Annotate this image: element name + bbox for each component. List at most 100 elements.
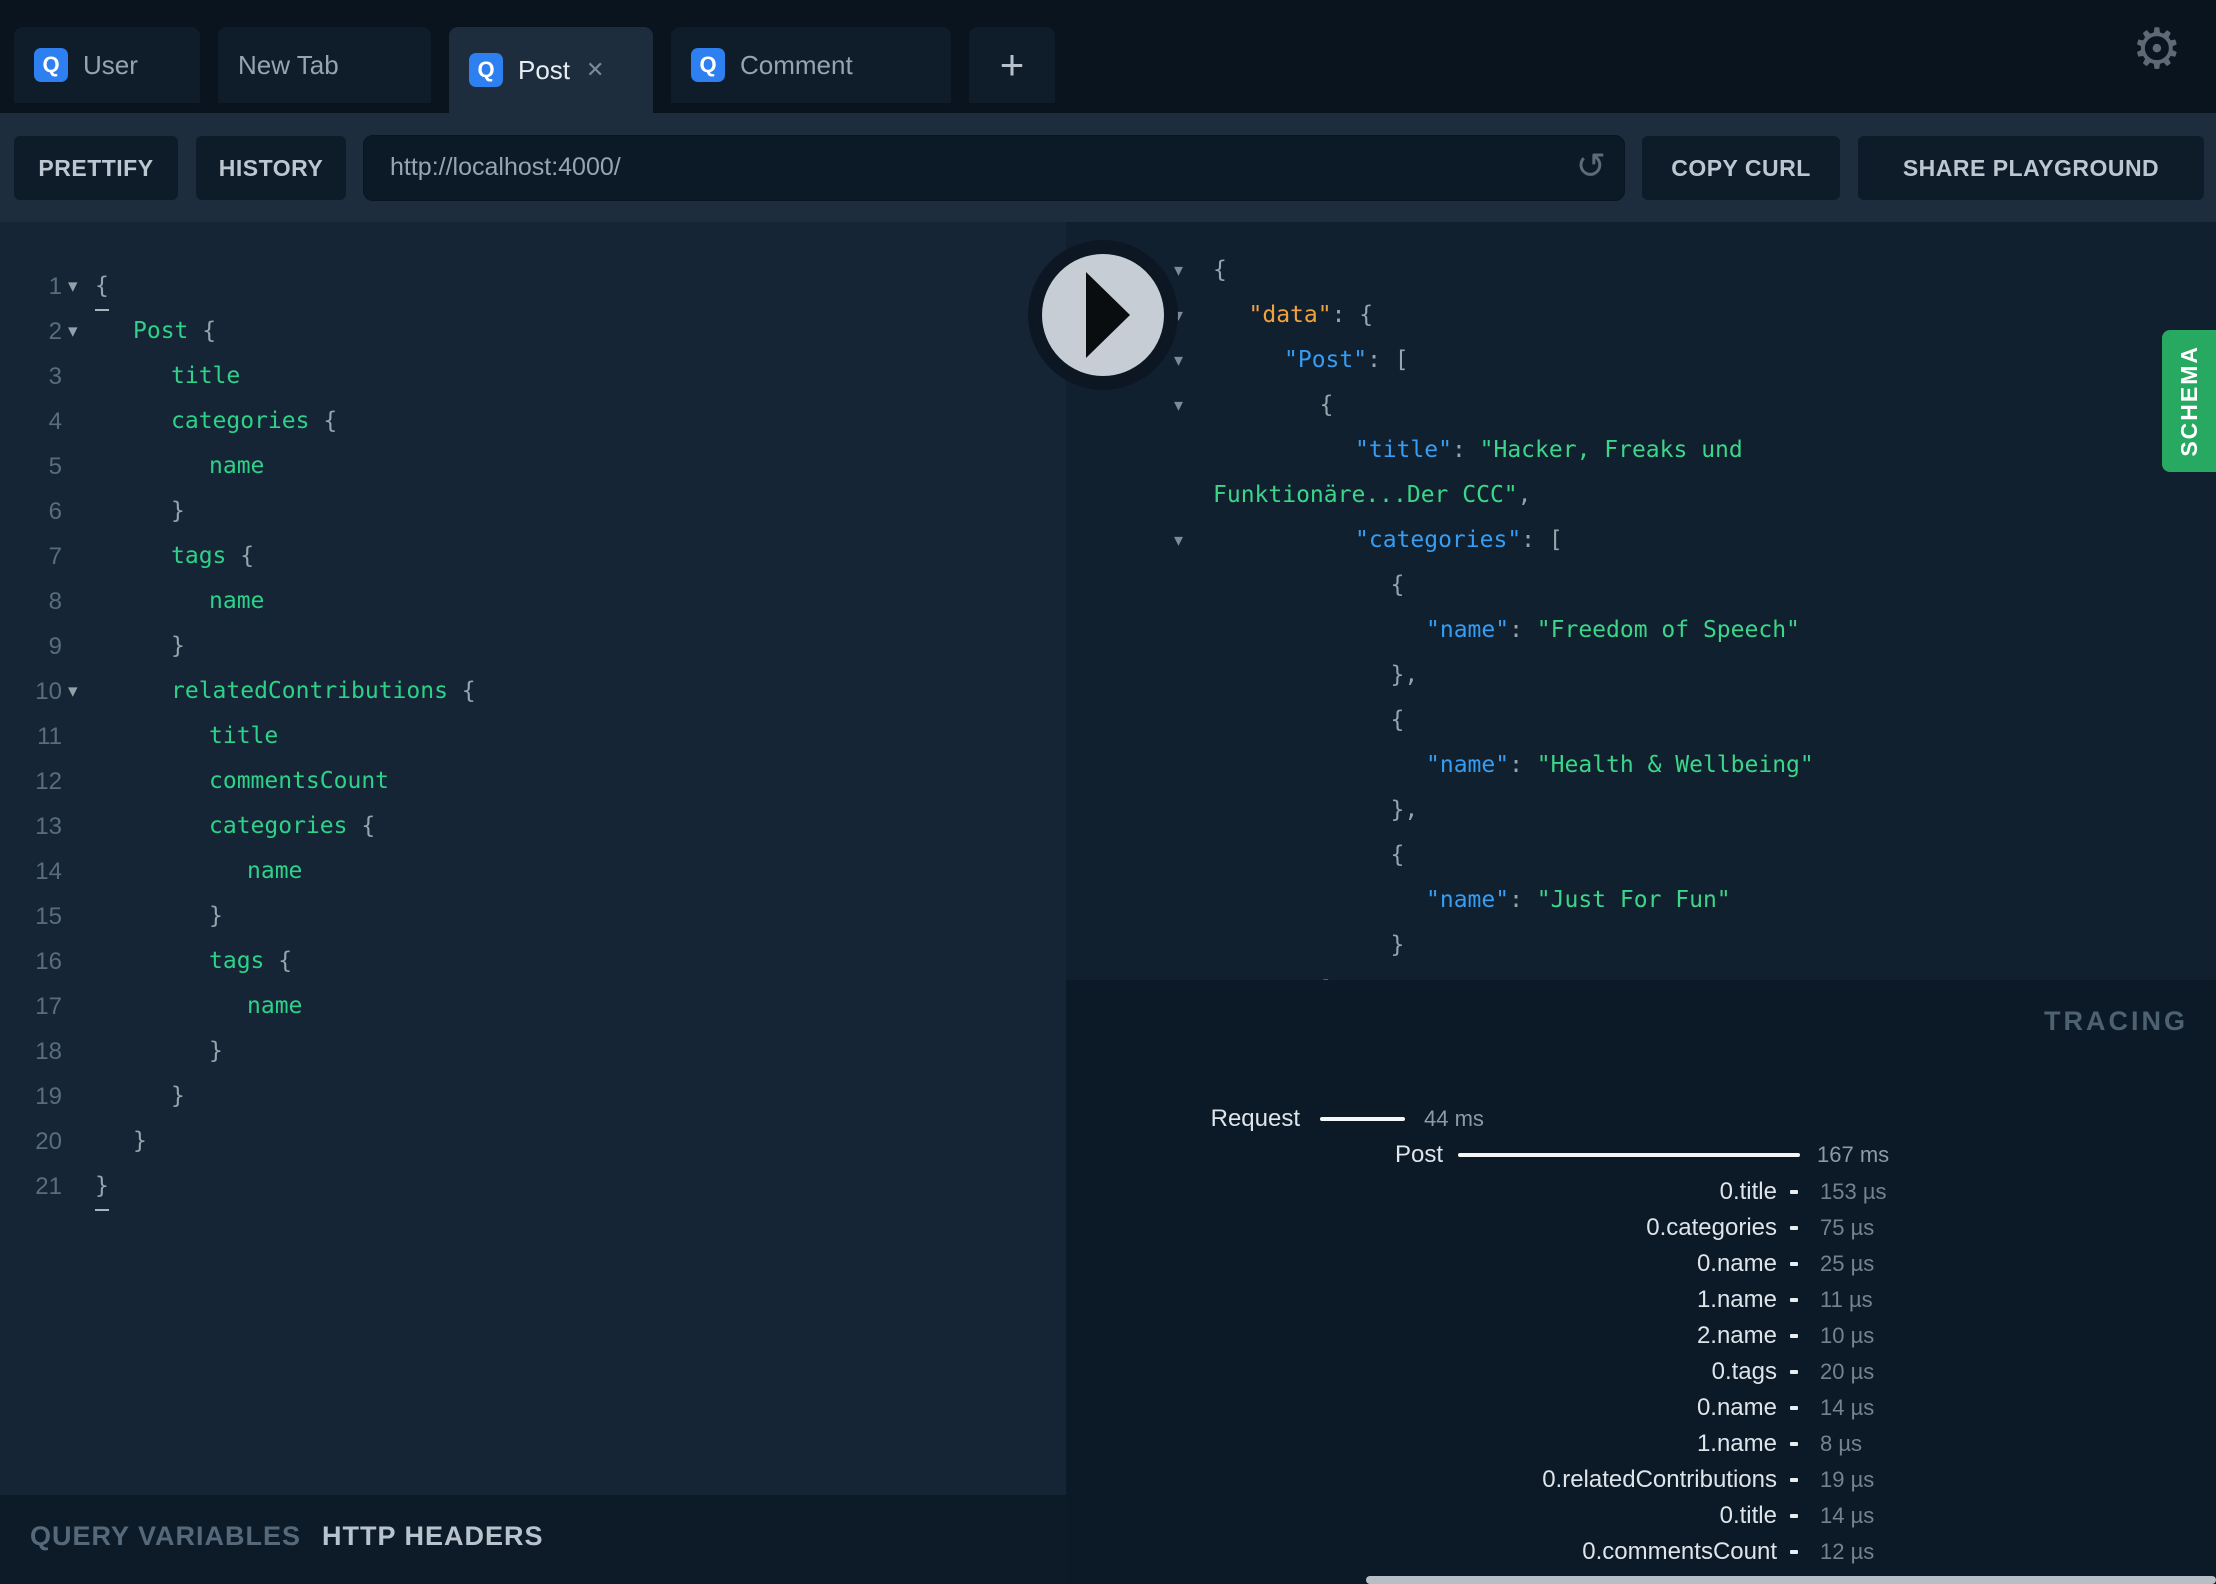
editor-line: 12 commentsCount <box>0 759 1066 804</box>
tab-user[interactable]: Q User <box>14 27 200 103</box>
url-input[interactable]: http://localhost:4000/ ↺ <box>363 135 1625 201</box>
editor-line: 19} <box>0 1074 1066 1119</box>
tracing-resolver-row: 0.title 14 µs <box>1066 1498 2216 1534</box>
toolbar: PRETTIFY HISTORY http://localhost:4000/ … <box>0 113 2216 222</box>
tracing-tick-bar <box>1790 1478 1798 1482</box>
close-icon[interactable]: ✕ <box>586 59 604 81</box>
code-text: name <box>209 579 264 624</box>
tracing-resolver-time: 25 µs <box>1820 1251 1875 1276</box>
share-playground-button[interactable]: SHARE PLAYGROUND <box>1858 136 2204 200</box>
editor-line: 5 name <box>0 444 1066 489</box>
json-text: } <box>1391 923 1405 968</box>
tracing-resolver-path: 1.name <box>1696 1430 1777 1457</box>
execute-play-button[interactable] <box>1028 240 1178 390</box>
json-token: "Freedom of Speech" <box>1536 617 1800 643</box>
new-tab-button[interactable]: + <box>969 27 1055 103</box>
history-button[interactable]: HISTORY <box>196 136 346 200</box>
response-line: { <box>1066 698 2216 743</box>
code-token: { <box>95 273 109 299</box>
json-token: "data" <box>1248 302 1332 328</box>
response-line: "title": "Hacker, Freaks und <box>1066 428 2216 473</box>
editor-line: 8 name <box>0 579 1066 624</box>
tracing-resolver-path: 0.title <box>1719 1178 1777 1205</box>
code-token: categories <box>209 813 348 839</box>
editor-line: 7 tags { <box>0 534 1066 579</box>
collapse-arrow-icon[interactable]: ▾ <box>1174 248 1183 293</box>
code-text: } <box>171 1074 185 1119</box>
editor-line: 10 ▾ relatedContributions { <box>0 669 1066 714</box>
collapse-arrow-icon[interactable]: ▾ <box>1174 383 1183 428</box>
tracing-resolver-path: 0.title <box>1719 1502 1777 1529</box>
refresh-icon[interactable]: ↺ <box>1576 146 1606 187</box>
code-text: name <box>247 984 302 1029</box>
line-number: 15 <box>35 903 62 930</box>
tracing-tick-bar <box>1790 1226 1798 1230</box>
http-headers-tab[interactable]: HTTP HEADERS <box>322 1521 544 1552</box>
tracing-span-value: 44 ms <box>1424 1106 1484 1131</box>
json-text: "data": { <box>1249 293 1374 338</box>
json-token: { <box>1213 257 1227 283</box>
code-token: { <box>447 678 476 704</box>
code-text: title <box>171 354 240 399</box>
editor-line: 3 title <box>0 354 1066 399</box>
query-editor-lines: 1 ▾{2 ▾ Post {3 title 4 categories {5 name 6} 7 ta… <box>0 222 1066 1211</box>
json-token: "Just For Fun" <box>1536 887 1731 913</box>
collapse-arrow-icon[interactable]: ▾ <box>1174 338 1183 383</box>
response-line: }, <box>1066 653 2216 698</box>
editor-line: 20} <box>0 1119 1066 1164</box>
json-text: { <box>1320 383 1334 428</box>
editor-line: 1 ▾ { <box>0 264 1066 311</box>
json-text: "name": "Freedom of Speech" <box>1426 608 1800 653</box>
code-token: tags <box>209 948 265 974</box>
schema-tab[interactable]: SCHEMA <box>2162 330 2216 472</box>
json-token: "Hacker, Freaks und <box>1479 437 1743 463</box>
response-pane: ▾{▾ "data": {▾ "Post": [▾{"title": "Hacker… <box>1066 222 2216 980</box>
line-number: 1 <box>48 273 62 300</box>
json-token: { <box>1390 572 1405 598</box>
tracing-tick-bar <box>1790 1370 1798 1374</box>
chevron-down-icon[interactable]: ▾ <box>68 669 78 714</box>
prettify-button[interactable]: PRETTIFY <box>14 136 178 200</box>
code-token: } <box>171 498 185 524</box>
tab-new-tab[interactable]: New Tab <box>218 27 431 103</box>
tracing-resolver-time: 14 µs <box>1820 1503 1875 1528</box>
tracing-tick-bar <box>1790 1334 1798 1338</box>
tracing-resolver-time: 20 µs <box>1820 1359 1875 1384</box>
tab-comment[interactable]: Q Comment <box>671 27 951 103</box>
tab-label: Comment <box>740 49 853 80</box>
query-variables-tab[interactable]: QUERY VARIABLES <box>30 1521 301 1552</box>
tracing-resolver-time: 153 µs <box>1820 1179 1887 1204</box>
tracing-span-row: Request 44 ms <box>1066 1101 2216 1137</box>
chevron-down-icon[interactable]: ▾ <box>68 309 78 354</box>
code-token: } <box>171 633 185 659</box>
query-editor[interactable]: 1 ▾{2 ▾ Post {3 title 4 categories {5 name 6} 7 ta… <box>0 222 1066 1495</box>
code-token: title <box>171 363 241 389</box>
json-token: : <box>1509 617 1537 643</box>
response-line: }, <box>1066 788 2216 833</box>
tracing-resolver-row: 0.commentsCount 12 µs <box>1066 1534 2216 1570</box>
editor-line: 16 tags { <box>0 939 1066 984</box>
settings-gear-icon[interactable]: ⚙ <box>2126 16 2188 83</box>
code-token: { <box>347 813 376 839</box>
json-token: }, <box>1390 662 1419 688</box>
code-text: } <box>209 1029 223 1074</box>
tracing-resolver-path: 0.tags <box>1711 1358 1777 1385</box>
editor-line: 13 categories { <box>0 804 1066 849</box>
json-text: }, <box>1391 788 1419 833</box>
collapse-arrow-icon[interactable]: ▾ <box>1174 518 1183 563</box>
tracing-tick-bar <box>1790 1406 1798 1410</box>
copy-curl-button[interactable]: COPY CURL <box>1642 136 1840 200</box>
tracing-span-row: Post 167 ms <box>1066 1137 2216 1173</box>
horizontal-scrollbar[interactable] <box>1366 1576 2216 1584</box>
tracing-panel: TRACING Request 44 ms Post 167 ms 0.title 153… <box>1066 980 2216 1584</box>
tab-post[interactable]: Q Post ✕ <box>449 27 653 113</box>
response-line: Funktionäre...Der CCC", <box>1066 473 2216 518</box>
json-text: "categories": [ <box>1355 518 1563 563</box>
json-token: : { <box>1331 302 1374 328</box>
line-number: 7 <box>48 543 62 570</box>
tracing-resolver-row: 1.name 8 µs <box>1066 1426 2216 1462</box>
schema-tab-label: SCHEMA <box>2175 345 2202 457</box>
code-text: tags { <box>209 939 292 984</box>
chevron-down-icon[interactable]: ▾ <box>68 264 78 309</box>
tracing-resolver-path: 0.relatedContributions <box>1542 1466 1777 1493</box>
